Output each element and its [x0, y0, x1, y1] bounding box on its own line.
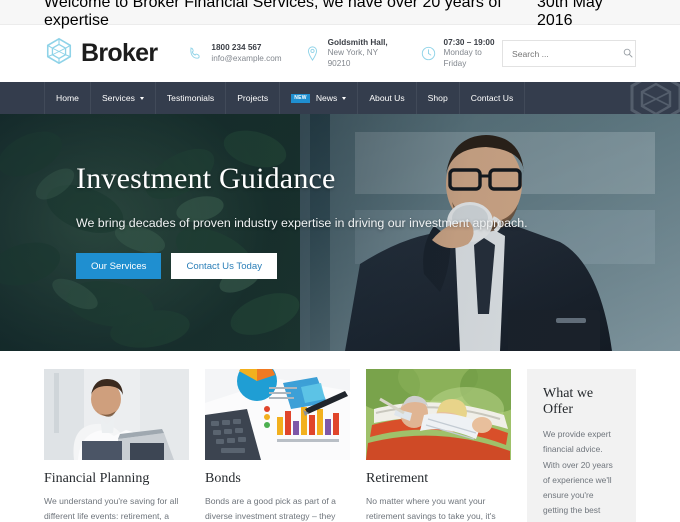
contact-hours-block[interactable]: 07:30 – 19:00 Monday to Friday [420, 38, 502, 69]
nav-label: Contact Us [470, 93, 514, 103]
card-title: Retirement [366, 471, 429, 486]
card-financial-planning[interactable]: Financial Planning We understand you're … [44, 369, 189, 522]
new-badge: NEW [291, 93, 310, 103]
header-contact-info: 1800 234 567 info@example.com Goldsmith … [187, 38, 502, 69]
nav-label: Services [101, 93, 135, 103]
card-image-retirement [366, 369, 511, 460]
card-title: Financial Planning [44, 471, 150, 486]
site-header: Broker 1800 234 567 info@example.com Gol… [0, 25, 680, 82]
nav-item-about-us[interactable]: About Us [358, 82, 417, 114]
contact-us-today-button[interactable]: Contact Us Today [171, 253, 277, 280]
opening-hours: 07:30 – 19:00 [443, 38, 495, 48]
search-box[interactable] [502, 40, 636, 67]
nav-item-services[interactable]: Services [91, 82, 156, 114]
current-date: 30th May 2016 [536, 0, 603, 29]
search-button[interactable] [623, 46, 633, 61]
chevron-down-icon [139, 97, 144, 100]
address-line-2: New York, NY 90210 [327, 48, 378, 68]
hero-content: Investment Guidance We bring decades of … [76, 162, 528, 280]
welcome-message: Welcome to Broker Financial Services, we… [44, 0, 502, 29]
nav-label: About Us [369, 93, 405, 103]
top-announcement-bar: Welcome to Broker Financial Services, we… [0, 0, 680, 29]
nav-item-contact-us[interactable]: Contact Us [460, 82, 526, 114]
card-text: No matter where you want your retirement… [366, 496, 496, 521]
nav-item-shop[interactable]: Shop [417, 82, 460, 114]
search-input[interactable] [512, 48, 623, 59]
phone-icon [187, 45, 204, 62]
phone-number: 1800 234 567 [211, 43, 262, 53]
offer-title: What we Offer [543, 386, 594, 417]
hero-button-group: Our Services Contact Us Today [76, 253, 528, 280]
card-image-bonds [205, 369, 350, 460]
brand-name: Broker [81, 39, 158, 67]
card-retirement[interactable]: Retirement No matter where you want your… [366, 369, 511, 522]
card-text: We understand you're saving for all diff… [44, 496, 179, 521]
nav-item-home[interactable]: Home [44, 82, 91, 114]
card-image-financial-planning [44, 369, 189, 460]
nav-item-testimonials[interactable]: Testimonials [156, 82, 227, 114]
hexagon-cube-icon [44, 36, 74, 71]
nav-label: Projects [237, 93, 269, 103]
address-line-1: Goldsmith Hall, [327, 38, 388, 48]
contact-phone-block[interactable]: 1800 234 567 info@example.com [187, 43, 282, 64]
main-navigation: Home Services Testimonials Projects NEW … [0, 82, 680, 114]
card-title: Bonds [205, 471, 241, 486]
opening-days: Monday to Friday [443, 48, 482, 68]
what-we-offer-panel: What we Offer We provide expert financia… [527, 369, 636, 522]
brand-logo[interactable]: Broker [44, 36, 158, 71]
email-address: info@example.com [211, 53, 282, 63]
nav-label: News [315, 93, 338, 103]
search-icon [623, 46, 633, 61]
location-pin-icon [304, 45, 321, 62]
contact-address-block[interactable]: Goldsmith Hall, New York, NY 90210 [304, 38, 398, 69]
nav-label: Home [56, 93, 79, 103]
hero-banner: Investment Guidance We bring decades of … [0, 114, 680, 351]
nav-item-news[interactable]: NEW News [280, 82, 359, 114]
hero-subtitle: We bring decades of proven industry expe… [76, 216, 528, 230]
content-section: Financial Planning We understand you're … [0, 351, 680, 522]
nav-item-projects[interactable]: Projects [226, 82, 281, 114]
clock-icon [420, 45, 437, 62]
our-services-button[interactable]: Our Services [76, 253, 162, 280]
service-cards: Financial Planning We understand you're … [44, 369, 511, 522]
nav-label: Testimonials [166, 93, 215, 103]
offer-text: We provide expert financial advice. With… [543, 429, 613, 522]
hexagon-cube-watermark-icon [624, 82, 680, 114]
hero-title: Investment Guidance [76, 162, 336, 195]
nav-label: Shop [427, 93, 448, 103]
card-bonds[interactable]: Bonds Bonds are a good pick as part of a… [205, 369, 350, 522]
chevron-down-icon [342, 97, 347, 100]
card-text: Bonds are a good pick as part of a diver… [205, 496, 336, 521]
